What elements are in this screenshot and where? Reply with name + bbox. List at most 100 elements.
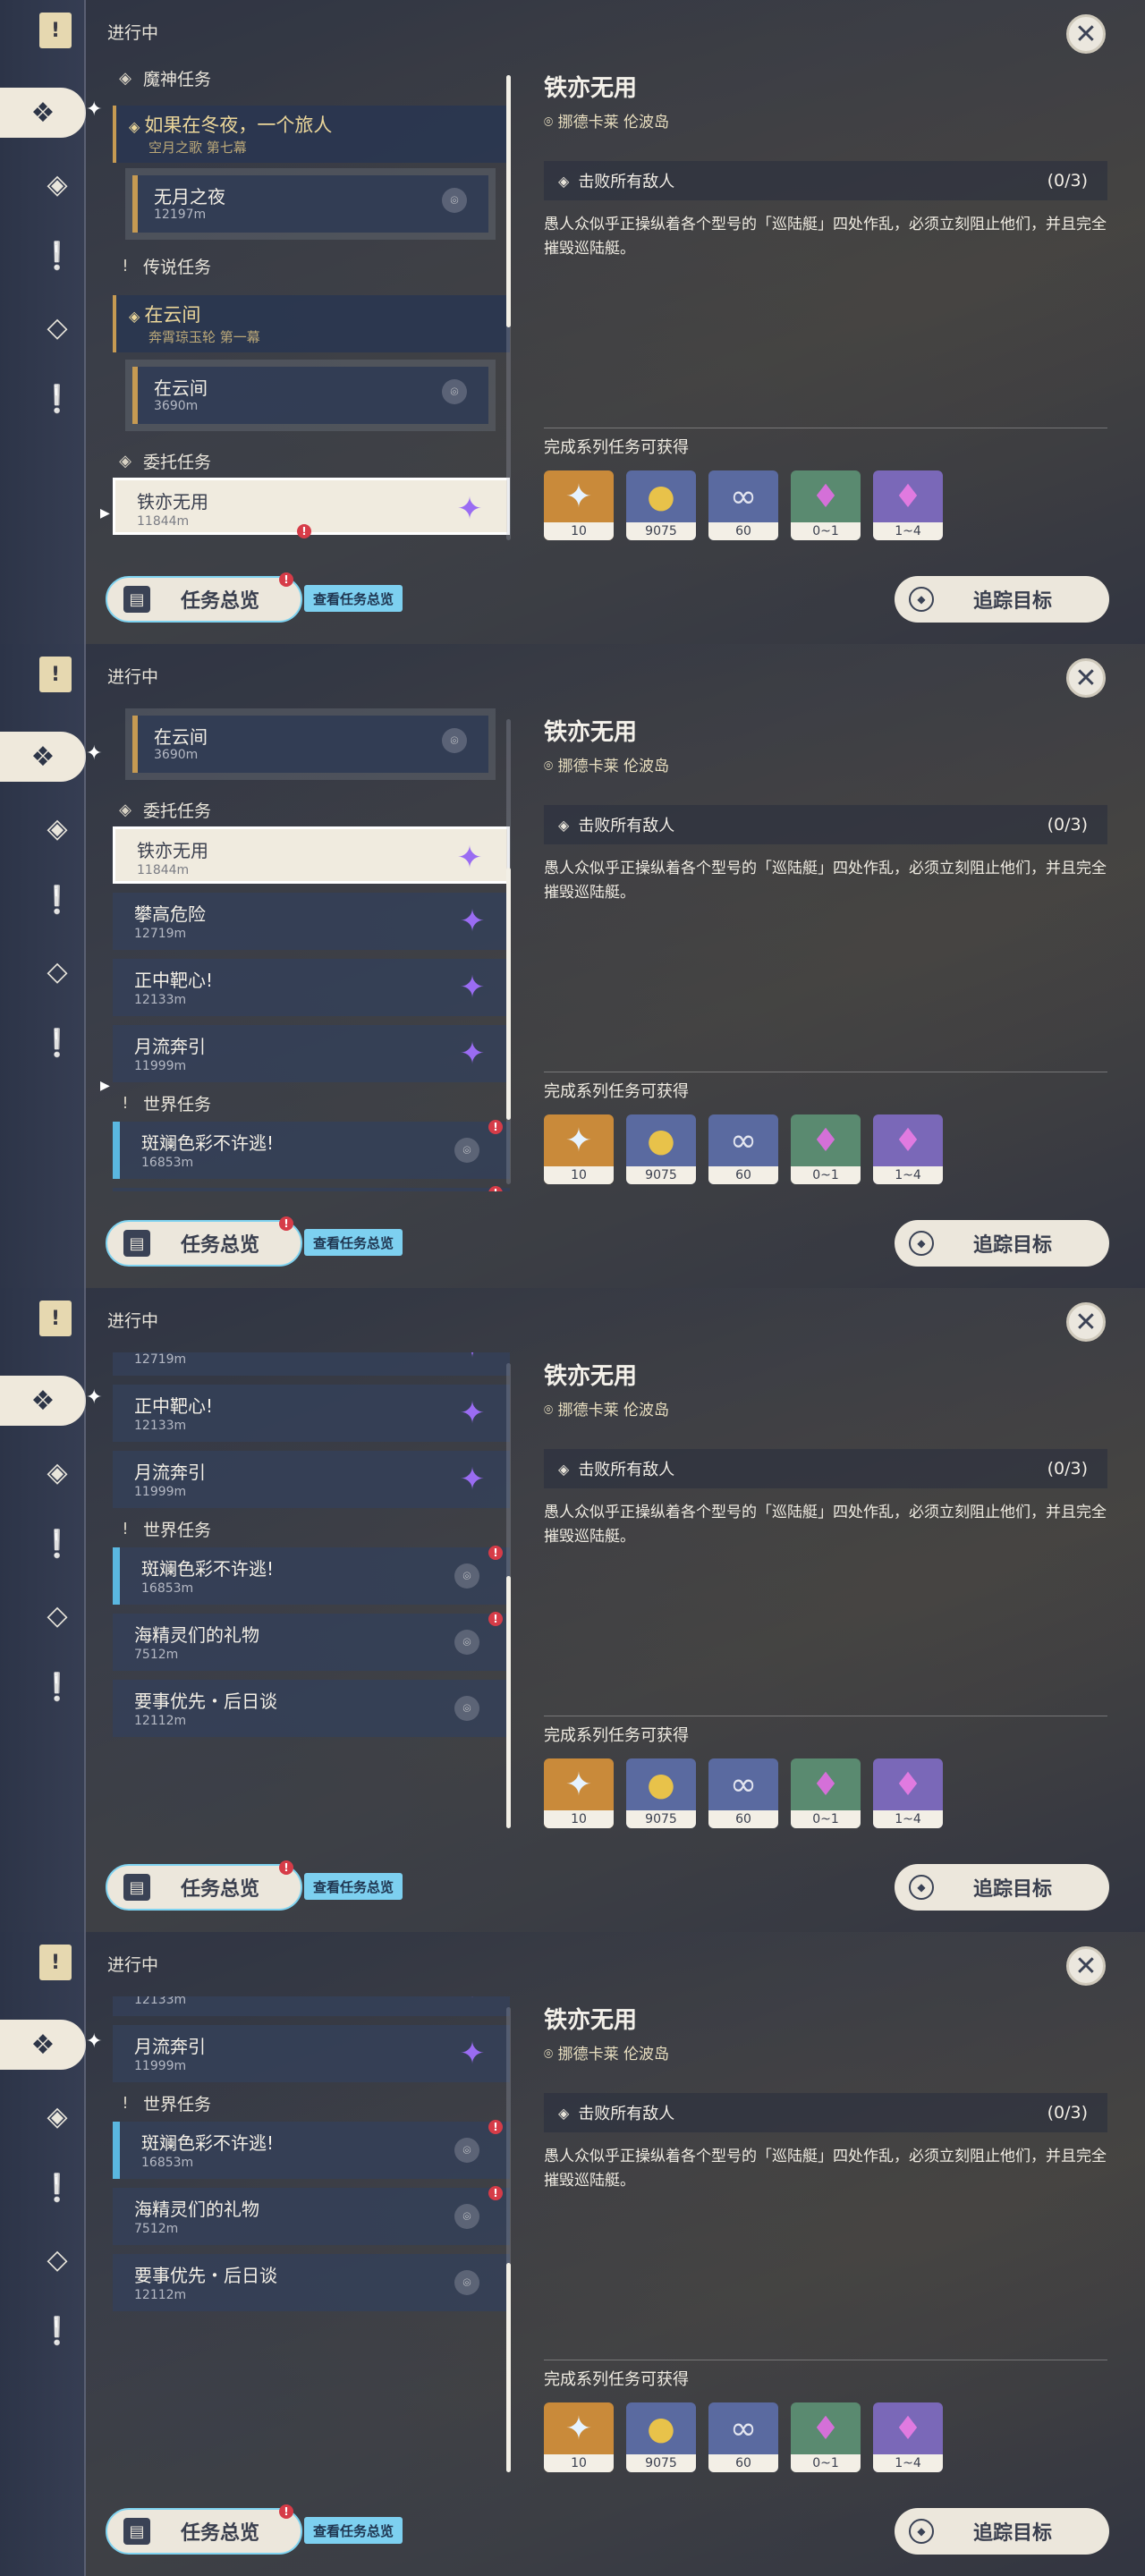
track-target-button[interactable]: ◆ 追踪目标 bbox=[895, 1864, 1109, 1911]
reward-crystal-purple[interactable]: ♦ 1~4 bbox=[873, 1114, 943, 1184]
quest-title: 月流奔引 bbox=[134, 2036, 206, 2057]
archon-icon[interactable]: ◈ bbox=[32, 2091, 82, 2141]
map-pin-icon[interactable]: ⌾ bbox=[454, 2270, 479, 2295]
quest-diamond-icon[interactable]: ❖ bbox=[0, 2020, 86, 2070]
reward-crystal-purple[interactable]: ♦ 1~4 bbox=[873, 2402, 943, 2472]
reward-adventure-exp[interactable]: ✦ 10 bbox=[544, 470, 614, 540]
map-pin-icon[interactable]: ⌾ bbox=[454, 1138, 479, 1163]
quest-item-climb[interactable]: 攀高危险12719m✦ bbox=[113, 1352, 510, 1376]
commission-icon[interactable]: ◇ bbox=[32, 1590, 82, 1640]
map-pin-icon[interactable]: ⌾ bbox=[442, 188, 467, 213]
scrollbar-thumb[interactable] bbox=[506, 868, 511, 1120]
track-target-button[interactable]: ◆ 追踪目标 bbox=[895, 2508, 1109, 2555]
quest-diamond-icon[interactable]: ❖ bbox=[0, 732, 86, 782]
quest-item-coral[interactable]: 斑斓色彩不许逃! 16853m ⌾ bbox=[113, 1122, 510, 1179]
quest-item-coral[interactable]: 斑斓色彩不许逃! 16853m ⌾ bbox=[113, 2122, 510, 2179]
scrollbar-thumb[interactable] bbox=[506, 1576, 511, 1828]
reward-adventure-exp[interactable]: ✦ 10 bbox=[544, 1114, 614, 1184]
quest-item-iron[interactable]: 铁亦无用 11844m ✦ bbox=[113, 826, 510, 884]
reward-friendship-exp[interactable]: ∞ 60 bbox=[708, 470, 778, 540]
archon-quest-header[interactable]: ◈ 如果在冬夜，一个旅人 空月之歌 第七幕 bbox=[113, 106, 510, 163]
close-button[interactable]: ✕ bbox=[1066, 658, 1106, 698]
legend-icon[interactable]: ❕ bbox=[32, 875, 82, 925]
quest-overview-button[interactable]: ▤ 任务总览 bbox=[106, 1220, 302, 1267]
reward-adventure-exp[interactable]: ✦ 10 bbox=[544, 1758, 614, 1828]
commission-icon[interactable]: ◇ bbox=[32, 302, 82, 352]
commission-icon[interactable]: ◇ bbox=[32, 2234, 82, 2284]
quest-item-bullseye[interactable]: 正中靶心!12133m✦ bbox=[113, 959, 510, 1016]
quest-item-cloud[interactable]: 在云间 3690m ⌾ bbox=[125, 708, 496, 780]
map-pin-icon[interactable]: ⌾ bbox=[454, 1563, 479, 1589]
scrollbar-thumb[interactable] bbox=[506, 2263, 511, 2472]
quest-item-bullseye[interactable]: 正中靶心!12133m✦ bbox=[113, 1996, 510, 2016]
quest-item-moonflow[interactable]: 月流奔引 11999m ✦ bbox=[113, 2025, 510, 2082]
quest-item-seasprite[interactable]: 海精灵们的礼物7512m⌾ bbox=[113, 1614, 510, 1671]
reward-friendship-exp[interactable]: ∞ 60 bbox=[708, 1758, 778, 1828]
quest-list[interactable]: 在云间 3690m ⌾ ◈ 委托任务 铁亦无用 11844m ✦ 攀高危险 12719m ✦ … bbox=[98, 708, 519, 1191]
scrollbar-thumb[interactable] bbox=[506, 75, 511, 327]
quest-overview-button[interactable]: ▤ 任务总览 bbox=[106, 576, 302, 623]
reward-adventure-exp[interactable]: ✦ 10 bbox=[544, 2402, 614, 2472]
world-icon[interactable]: ❕ bbox=[32, 1662, 82, 1712]
commission-icon[interactable]: ◇ bbox=[32, 946, 82, 996]
quest-list[interactable]: ◈ 魔神任务 ◈ 如果在冬夜，一个旅人 空月之歌 第七幕 无月之夜 12197m ⌾ !… bbox=[98, 64, 519, 547]
quest-item-priority[interactable]: 要事优先・后日谈 12112m ⌾ bbox=[113, 1680, 510, 1737]
quest-item-moonflow[interactable]: 月流奔引 11999m ✦ bbox=[113, 1025, 510, 1082]
reward-count: 10 bbox=[544, 1166, 614, 1184]
quest-item-seasprite[interactable]: 海精灵们的礼物7512m⌾ bbox=[113, 1188, 510, 1191]
world-icon[interactable]: ❕ bbox=[32, 2306, 82, 2356]
quest-item-bullseye[interactable]: 正中靶心!12133m✦ bbox=[113, 1385, 510, 1442]
close-button[interactable]: ✕ bbox=[1066, 1302, 1106, 1342]
legend-icon[interactable]: ❕ bbox=[32, 231, 82, 281]
quest-list[interactable]: 攀高危险12719m✦ 正中靶心!12133m✦ 月流奔引11999m✦ !世界… bbox=[98, 1352, 519, 1835]
reward-crystal-green[interactable]: ♦ 0~1 bbox=[791, 2402, 861, 2472]
reward-mora[interactable]: ● 9075 bbox=[626, 2402, 696, 2472]
quest-diamond-icon[interactable]: ❖ bbox=[0, 1376, 86, 1426]
quest-item-iron[interactable]: 铁亦无用 11844m ✦ bbox=[113, 478, 510, 535]
legend-icon[interactable]: ❕ bbox=[32, 1519, 82, 1569]
reward-crystal-purple[interactable]: ♦ 1~4 bbox=[873, 1758, 943, 1828]
reward-mora[interactable]: ● 9075 bbox=[626, 1758, 696, 1828]
map-pin-icon[interactable]: ⌾ bbox=[454, 1630, 479, 1655]
quest-item-cloud[interactable]: 在云间 3690m ⌾ bbox=[125, 360, 496, 431]
reward-crystal-purple[interactable]: ♦ 1~4 bbox=[873, 470, 943, 540]
world-icon[interactable]: ❕ bbox=[32, 374, 82, 424]
archon-icon[interactable]: ◈ bbox=[32, 803, 82, 853]
legend-icon[interactable]: ❕ bbox=[32, 2163, 82, 2213]
reward-crystal-green[interactable]: ♦ 0~1 bbox=[791, 1114, 861, 1184]
track-target-button[interactable]: ◆ 追踪目标 bbox=[895, 1220, 1109, 1267]
quest-diamond-icon[interactable]: ❖ bbox=[0, 88, 86, 138]
quest-item-seasprite[interactable]: 海精灵们的礼物7512m⌾ bbox=[113, 2188, 510, 2245]
reward-crystal-green[interactable]: ♦ 0~1 bbox=[791, 1758, 861, 1828]
map-pin-icon[interactable]: ⌾ bbox=[442, 379, 467, 404]
reward-mora[interactable]: ● 9075 bbox=[626, 1114, 696, 1184]
track-target-button[interactable]: ◆ 追踪目标 bbox=[895, 576, 1109, 623]
archon-icon[interactable]: ◈ bbox=[32, 1447, 82, 1497]
archon-icon[interactable]: ◈ bbox=[32, 159, 82, 209]
book-icon[interactable]: ! bbox=[39, 1945, 72, 1980]
book-icon[interactable]: ! bbox=[39, 13, 72, 48]
world-icon[interactable]: ❕ bbox=[32, 1018, 82, 1068]
map-pin-icon[interactable]: ⌾ bbox=[454, 2204, 479, 2229]
book-icon[interactable]: ! bbox=[39, 657, 72, 692]
close-button[interactable]: ✕ bbox=[1066, 1946, 1106, 1986]
quest-item-priority[interactable]: 要事优先・后日谈 12112m ⌾ bbox=[113, 2254, 510, 2311]
reward-friendship-exp[interactable]: ∞ 60 bbox=[708, 1114, 778, 1184]
quest-overview-button[interactable]: ▤ 任务总览 bbox=[106, 2508, 302, 2555]
quest-item-moonflow[interactable]: 月流奔引 11999m ✦ bbox=[113, 1451, 510, 1508]
quest-overview-button[interactable]: ▤ 任务总览 bbox=[106, 1864, 302, 1911]
map-pin-icon[interactable]: ⌾ bbox=[454, 1696, 479, 1721]
quest-item-moonless[interactable]: 无月之夜 12197m ⌾ bbox=[125, 168, 496, 240]
legend-quest-header[interactable]: ◈ 在云间 奔霄琼玉轮 第一幕 bbox=[113, 295, 510, 352]
reward-crystal-green[interactable]: ♦ 0~1 bbox=[791, 470, 861, 540]
reward-friendship-exp[interactable]: ∞ 60 bbox=[708, 2402, 778, 2472]
quest-item-climb[interactable]: 攀高危险12719m✦ bbox=[113, 893, 510, 950]
quest-list[interactable]: 正中靶心!12133m✦ 月流奔引11999m✦ !世界任务 斑斓色彩不许逃!1… bbox=[98, 1996, 519, 2479]
quest-item-coral[interactable]: 斑斓色彩不许逃! 16853m ⌾ bbox=[113, 1547, 510, 1605]
close-button[interactable]: ✕ bbox=[1066, 14, 1106, 54]
reward-mora[interactable]: ● 9075 bbox=[626, 470, 696, 540]
map-pin-icon[interactable]: ⌾ bbox=[454, 2138, 479, 2163]
map-pin-icon[interactable]: ⌾ bbox=[442, 728, 467, 753]
objective-progress: (0/3) bbox=[1047, 815, 1088, 835]
book-icon[interactable]: ! bbox=[39, 1301, 72, 1336]
